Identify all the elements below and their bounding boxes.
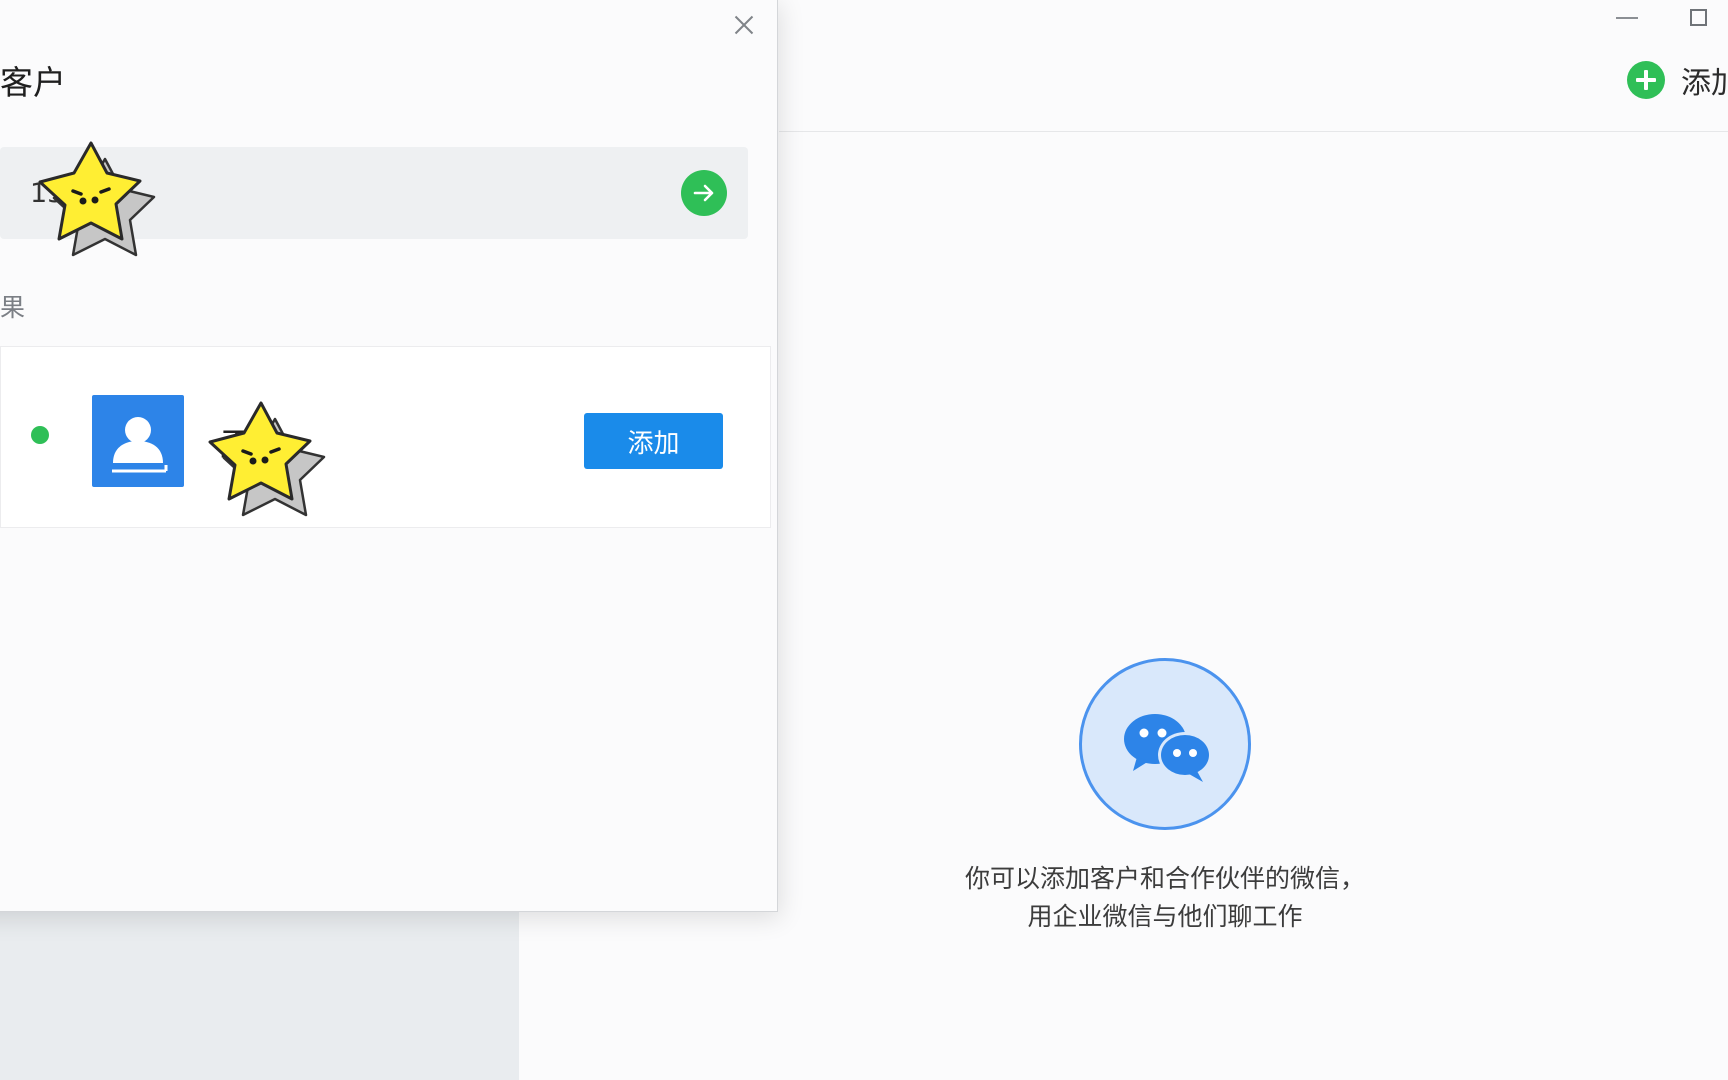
- content-header: [779, 0, 1728, 132]
- search-result-label: 果: [0, 293, 26, 322]
- search-submit-button[interactable]: [681, 170, 727, 216]
- contact-name: 王: [220, 425, 253, 464]
- plus-circle-icon: [1627, 61, 1665, 99]
- search-result-item: 王 添加: [0, 346, 771, 528]
- avatar: [92, 395, 184, 487]
- empty-state-text: 你可以添加客户和合作伙伴的微信， 用企业微信与他们聊工作: [900, 860, 1430, 936]
- search-box: [0, 147, 748, 239]
- wechat-chat-icon: [1079, 658, 1251, 830]
- empty-state-line-1: 你可以添加客户和合作伙伴的微信，: [964, 864, 1365, 893]
- empty-state: 你可以添加客户和合作伙伴的微信， 用企业微信与他们聊工作: [900, 658, 1430, 936]
- person-icon: [112, 417, 168, 473]
- close-icon[interactable]: [726, 7, 762, 43]
- add-contact-action[interactable]: 添加: [1627, 60, 1728, 101]
- maximize-icon[interactable]: [1683, 4, 1717, 34]
- status-dot: [31, 426, 49, 444]
- search-input[interactable]: [0, 147, 620, 239]
- minimize-icon[interactable]: [1609, 4, 1643, 34]
- add-contact-button[interactable]: 添加: [584, 413, 723, 469]
- dialog-title: 客户: [0, 63, 66, 102]
- arrow-right-icon: [693, 184, 714, 202]
- add-action-label: 添加: [1681, 66, 1728, 101]
- empty-state-line-2: 用企业微信与他们聊工作: [1027, 902, 1303, 931]
